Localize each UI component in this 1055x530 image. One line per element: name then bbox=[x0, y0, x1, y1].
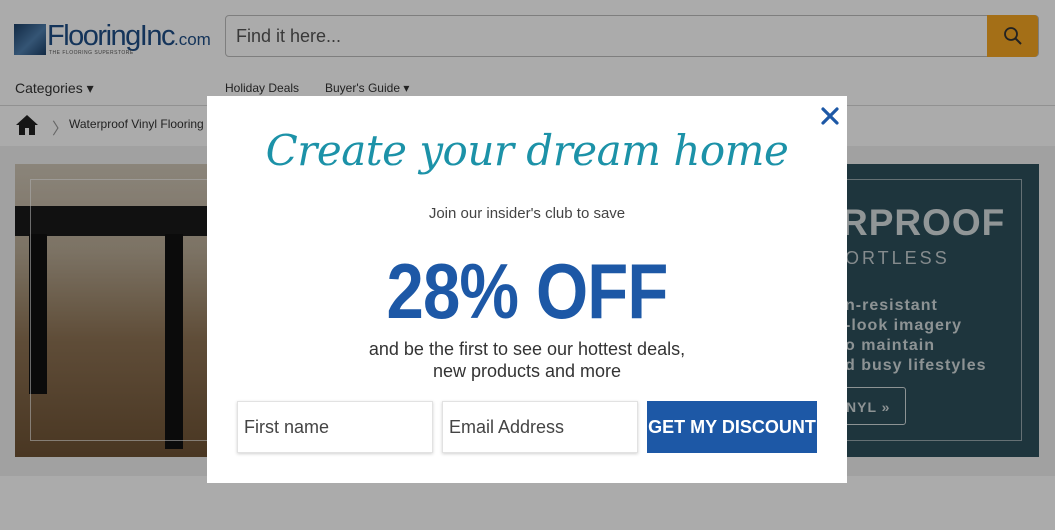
description-line: new products and more bbox=[432, 361, 622, 381]
discount-amount: 28% OFF bbox=[386, 247, 668, 335]
close-button[interactable] bbox=[819, 105, 841, 127]
get-discount-button[interactable]: GET MY DISCOUNT bbox=[647, 401, 817, 453]
email-field[interactable] bbox=[442, 401, 638, 453]
popup-description: and be the first to see our hottest deal… bbox=[207, 338, 847, 382]
close-icon bbox=[821, 107, 839, 125]
description-line: and be the first to see our hottest deal… bbox=[368, 339, 686, 359]
popup-headline: Create your dream home bbox=[265, 126, 789, 175]
first-name-field[interactable] bbox=[237, 401, 433, 453]
popup-subheadline: Join our insider's club to save bbox=[428, 205, 626, 222]
discount-popup: Create your dream home Join our insider'… bbox=[207, 96, 847, 483]
